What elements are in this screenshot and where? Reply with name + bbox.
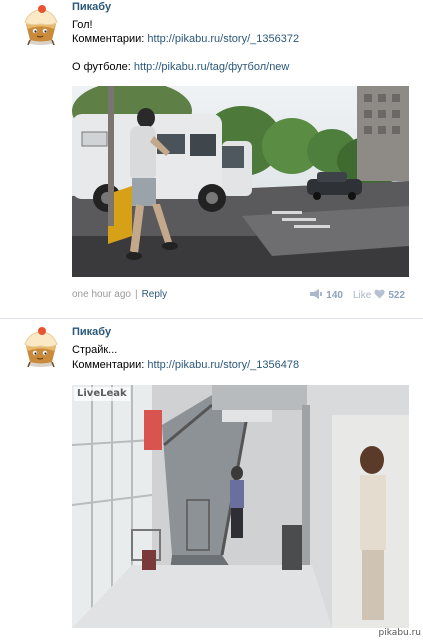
like-button[interactable]: Like [353, 290, 371, 301]
post-1: Пикабу Гол! Комментарии: http://pikabu.r… [0, 0, 423, 318]
post-text: Гол! [72, 19, 93, 31]
comments-link[interactable]: http://pikabu.ru/story/_1356372 [147, 33, 299, 45]
comments-label: Комментарии: [72, 359, 148, 371]
comments-label: Комментарии: [72, 33, 148, 45]
site-watermark: pikabu.ru [378, 628, 421, 638]
tag-line: О футболе: http://pikabu.ru/tag/футбол/n… [72, 61, 289, 73]
footer-separator: | [134, 289, 138, 300]
cupcake-icon [24, 327, 58, 368]
share-icon[interactable] [309, 289, 323, 302]
author-name[interactable]: Пикабу [72, 326, 111, 338]
liveleak-watermark: LiveLeak [77, 388, 127, 399]
comments-line: Комментарии: http://pikabu.ru/story/_135… [72, 33, 299, 45]
mall-photo-icon [72, 385, 409, 628]
heart-icon[interactable] [374, 289, 385, 302]
tag-link[interactable]: http://pikabu.ru/tag/футбол/new [134, 61, 289, 73]
author-avatar[interactable] [18, 2, 64, 48]
author-avatar[interactable] [18, 324, 64, 370]
post-image[interactable]: LiveLeak [72, 385, 409, 628]
post-image[interactable] [72, 86, 409, 277]
post-footer: one hour ago | Reply 140 Like 522 [72, 289, 409, 303]
post-2: Пикабу Страйк... Комментарии: http://pik… [0, 320, 423, 641]
post-divider [0, 318, 423, 319]
comments-line: Комментарии: http://pikabu.ru/story/_135… [72, 359, 299, 371]
tag-label: О футболе: [72, 61, 134, 73]
reply-link[interactable]: Reply [142, 289, 168, 300]
comments-link[interactable]: http://pikabu.ru/story/_1356478 [147, 359, 299, 371]
street-photo-icon [72, 86, 409, 277]
cupcake-icon [24, 5, 58, 46]
post-time[interactable]: one hour ago [72, 289, 131, 300]
share-count: 140 [326, 290, 343, 301]
post-text: Страйк... [72, 344, 118, 356]
post-actions: 140 Like 522 [309, 289, 405, 302]
like-count: 522 [388, 290, 405, 301]
author-name[interactable]: Пикабу [72, 1, 111, 13]
